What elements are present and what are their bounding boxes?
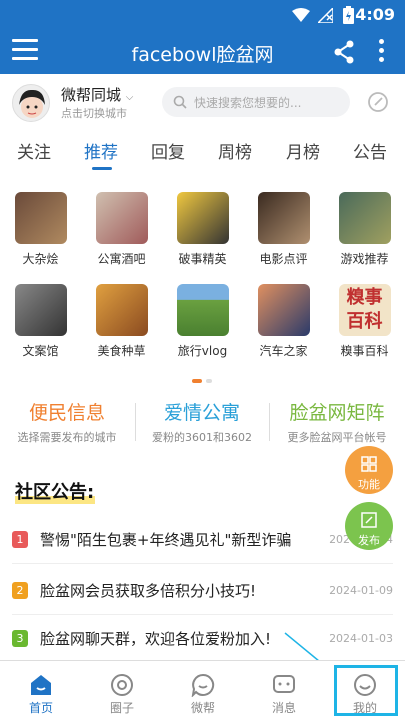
category-thumbnail [14, 284, 67, 336]
chat-bubble-icon [191, 673, 215, 697]
home-icon [31, 675, 51, 695]
chevron-down-icon: ⌵ [125, 92, 134, 103]
nav-home[interactable]: 首页 [11, 671, 71, 716]
nav-messages[interactable]: 消息 [254, 671, 314, 716]
message-icon [273, 675, 295, 693]
highlight-box [334, 665, 398, 716]
nav-label: 圈子 [109, 701, 134, 715]
nav-label: 微帮 [190, 701, 215, 715]
active-tab-indicator [92, 167, 112, 170]
category-thumbnail: 糗事 百科 [338, 284, 391, 336]
search-placeholder: 快速搜索您想要的... [194, 96, 302, 110]
function-fab[interactable]: 功能 [345, 446, 393, 494]
category-label: 游戏推荐 [340, 252, 389, 266]
category-item[interactable]: 文案馆 [0, 284, 81, 359]
category-item[interactable]: 大杂烩 [0, 192, 81, 267]
feature-title: 脸盆网矩阵 [289, 402, 385, 424]
share-icon[interactable] [333, 40, 355, 64]
nav-circle[interactable]: 圈子 [92, 671, 152, 716]
city-switch-hint: 点击切换城市 [61, 107, 127, 120]
news-date: 2024-01-09 [329, 584, 393, 597]
tab-recommend[interactable]: 推荐 [84, 138, 118, 163]
page-indicator [192, 368, 216, 387]
category-item[interactable]: 美食种草 [81, 284, 162, 359]
news-title: 脸盆网会员获取多倍积分小技巧! [40, 582, 257, 600]
battery-icon [343, 6, 354, 24]
feed-tabs: 关注 推荐 回复 周榜 月榜 公告 [0, 132, 405, 172]
category-item[interactable]: 电影点评 [243, 192, 324, 267]
category-label: 大杂烩 [22, 252, 59, 266]
category-label: 文案馆 [22, 344, 59, 358]
compose-icon[interactable] [367, 91, 389, 113]
tab-monthly[interactable]: 月榜 [286, 138, 320, 163]
tab-notice[interactable]: 公告 [353, 138, 387, 163]
category-item[interactable]: 旅行vlog [162, 284, 243, 359]
news-rank: 1 [12, 531, 28, 548]
category-label: 美食种草 [97, 344, 146, 358]
category-item[interactable]: 汽车之家 [243, 284, 324, 359]
feature-convenience[interactable]: 便民信息 选择需要发布的城市 [0, 398, 134, 445]
category-label: 公寓酒吧 [97, 252, 146, 266]
city-selector[interactable]: 微帮同城 ⌵ [61, 84, 133, 105]
circle-icon [111, 674, 133, 696]
category-label: 旅行vlog [177, 344, 228, 358]
feature-title: 便民信息 [28, 402, 105, 424]
category-thumbnail [176, 284, 229, 336]
more-options-icon[interactable] [379, 39, 385, 66]
fab-label: 发布 [358, 534, 380, 547]
fab-label: 功能 [358, 478, 380, 491]
category-thumbnail [176, 192, 229, 244]
search-input[interactable]: 快速搜索您想要的... [162, 87, 350, 117]
category-item[interactable]: 游戏推荐 [324, 192, 405, 267]
app-bar: facebowl脸盆网 [0, 30, 405, 74]
feature-title: 爱情公寓 [163, 402, 240, 424]
announcement-heading: 社区公告: [15, 482, 95, 504]
nav-label: 消息 [271, 701, 296, 715]
nav-label: 首页 [28, 701, 53, 715]
news-rank: 2 [12, 582, 28, 599]
city-name: 微帮同城 [61, 86, 122, 104]
page-dot [206, 379, 212, 383]
category-label: 电影点评 [259, 252, 308, 266]
news-title: 警惕"陌生包裹+年终遇见礼"新型诈骗 [40, 531, 292, 549]
category-label: 破事精英 [178, 252, 227, 266]
avatar[interactable] [12, 84, 50, 122]
city-row: 微帮同城 ⌵ 点击切换城市 快速搜索您想要的... [0, 76, 405, 128]
search-icon [173, 95, 187, 109]
nav-weibang[interactable]: 微帮 [173, 671, 233, 716]
tab-follow[interactable]: 关注 [17, 138, 51, 163]
news-item[interactable]: 2 脸盆网会员获取多倍积分小技巧! 2024-01-09 [0, 569, 405, 615]
feature-matrix[interactable]: 脸盆网矩阵 更多脸盆网平台帐号 [270, 398, 404, 445]
category-item[interactable]: 破事精英 [162, 192, 243, 267]
clock: 4:09 [355, 5, 395, 24]
news-rank: 3 [12, 630, 28, 647]
wifi-icon [292, 8, 310, 22]
category-thumbnail [95, 192, 148, 244]
feature-subtitle: 选择需要发布的城市 [17, 431, 117, 444]
page-dot-active [192, 379, 202, 383]
category-label: 汽车之家 [259, 344, 308, 358]
publish-fab[interactable]: 发布 [345, 502, 393, 550]
status-bar: 4:09 [0, 0, 405, 30]
news-title: 脸盆网聊天群，欢迎各位爱粉加入! [40, 630, 272, 648]
no-signal-icon [318, 8, 333, 23]
category-thumbnail [257, 284, 310, 336]
category-item[interactable]: 糗事 百科 糗事百科 [324, 284, 405, 359]
feature-subtitle: 爱粉的3601和3602 [152, 431, 252, 444]
feature-subtitle: 更多脸盆网平台帐号 [287, 431, 387, 444]
category-thumbnail [338, 192, 391, 244]
edit-icon [361, 512, 377, 528]
category-thumbnail [257, 192, 310, 244]
tab-replies[interactable]: 回复 [151, 138, 185, 163]
category-label: 糗事百科 [340, 344, 389, 358]
category-thumbnail [14, 192, 67, 244]
category-item[interactable]: 公寓酒吧 [81, 192, 162, 267]
grid-icon [361, 456, 377, 472]
tab-weekly[interactable]: 周榜 [218, 138, 252, 163]
category-thumbnail [95, 284, 148, 336]
feature-apartment[interactable]: 爱情公寓 爱粉的3601和3602 [135, 398, 269, 445]
